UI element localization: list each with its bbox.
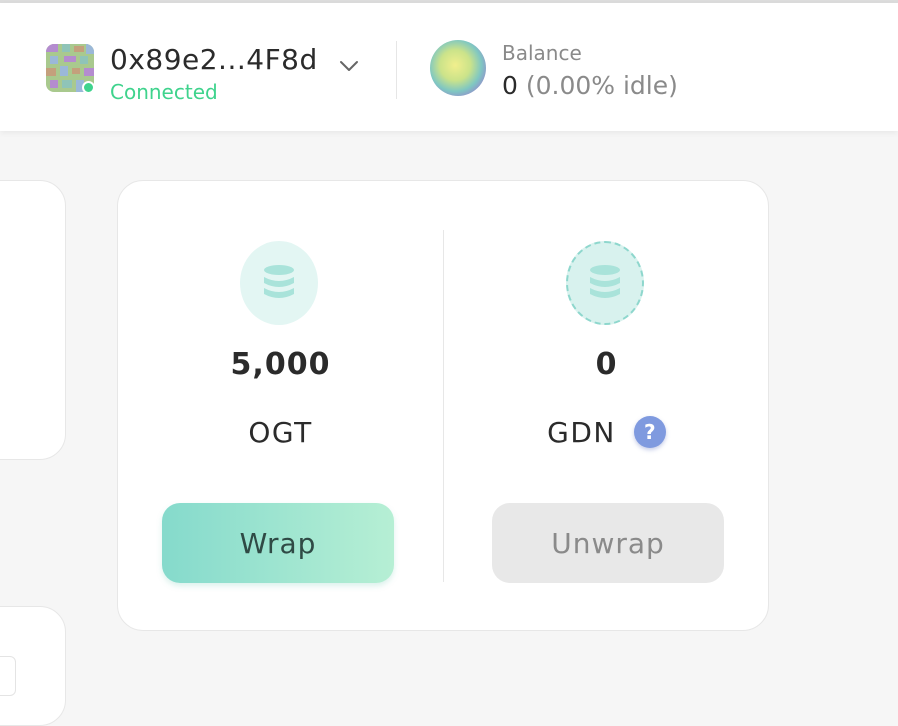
token-orb-icon	[430, 40, 486, 96]
header-bar: 0x89e2...4F8d Connected Balance 0 (0.00%…	[0, 3, 898, 131]
gdn-amount: 0	[595, 347, 618, 382]
unwrap-button[interactable]: Unwrap	[492, 503, 724, 583]
help-icon[interactable]: ?	[633, 416, 666, 448]
ogt-symbol: OGT	[248, 415, 313, 449]
online-status-dot	[82, 81, 95, 94]
ogt-symbol-row: OGT	[118, 412, 443, 452]
ogt-column: 5,000 OGT Wrap	[118, 181, 443, 632]
connection-status: Connected	[110, 80, 218, 104]
wrap-button[interactable]: Wrap	[162, 503, 394, 583]
gdn-column: 0 GDN ? Unwrap	[444, 181, 769, 632]
wrap-card: 5,000 OGT Wrap 0 GDN ? Unwrap	[117, 180, 769, 631]
gdn-symbol-row: GDN ?	[444, 412, 769, 452]
account-dropdown[interactable]: 0x89e2...4F8d Connected	[46, 41, 376, 105]
balance-label: Balance	[502, 41, 582, 65]
balance-value: 0 (0.00% idle)	[502, 71, 678, 100]
balance-amount: 0	[502, 71, 518, 100]
side-card-tab	[0, 656, 16, 696]
chevron-down-icon[interactable]	[338, 59, 360, 73]
coin-stack-dashed-icon	[566, 241, 644, 325]
gdn-symbol: GDN	[547, 415, 616, 449]
side-card	[0, 180, 66, 460]
coin-stack-icon	[240, 241, 318, 325]
header-divider	[396, 41, 397, 99]
ogt-amount: 5,000	[230, 347, 331, 382]
wallet-address: 0x89e2...4F8d	[110, 43, 318, 76]
balance-idle: (0.00% idle)	[525, 71, 678, 100]
